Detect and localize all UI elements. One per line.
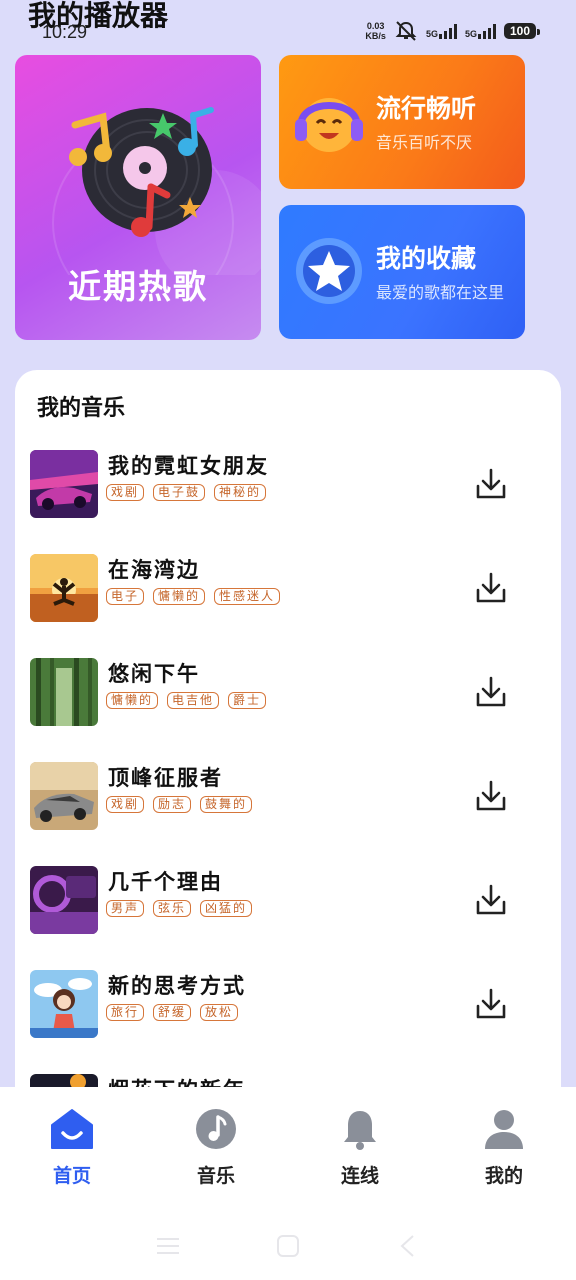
music-note-icon	[196, 1109, 236, 1149]
hot-songs-card[interactable]: 近期热歌	[15, 55, 261, 340]
song-item[interactable]: 我的霓虹女朋友 戏剧 电子鼓 神秘的	[15, 450, 561, 520]
favorites-subtitle: 最爱的歌都在这里	[376, 283, 505, 302]
song-tags: 戏剧 励志 鼓舞的	[106, 796, 253, 813]
song-tag: 性感迷人	[214, 588, 281, 605]
nav-home-label: 首页	[52, 1165, 91, 1187]
song-tag: 旅行	[106, 1004, 145, 1021]
song-title: 几千个理由	[108, 869, 223, 894]
user-icon	[485, 1110, 523, 1149]
vinyl-record-icon	[52, 107, 261, 275]
nav-home[interactable]: 首页	[22, 1107, 122, 1188]
song-item[interactable]: 在海湾边 电子 慵懒的 性感迷人	[15, 554, 561, 624]
song-item[interactable]: 顶峰征服者 戏剧 励志 鼓舞的	[15, 762, 561, 832]
song-tag: 电子鼓	[153, 484, 206, 501]
song-cover	[30, 450, 98, 518]
nav-connect-label: 连线	[340, 1165, 379, 1187]
song-item[interactable]: 几千个理由 男声 弦乐 凶猛的	[15, 866, 561, 936]
song-tag: 弦乐	[153, 900, 192, 917]
song-tag: 凶猛的	[200, 900, 253, 917]
song-tag: 神秘的	[214, 484, 267, 501]
song-tag: 慵懒的	[106, 692, 159, 709]
song-tag: 鼓舞的	[200, 796, 253, 813]
song-cover	[30, 554, 98, 622]
nav-connect[interactable]: 连线	[310, 1107, 410, 1188]
bottom-nav: 首页 音乐 连线 我的	[0, 1087, 576, 1280]
popular-title: 流行畅听	[376, 94, 477, 123]
nav-profile-label: 我的	[484, 1165, 523, 1187]
status-time: 10:29	[42, 22, 88, 42]
system-navigation-bar	[0, 1235, 576, 1265]
download-icon[interactable]	[473, 466, 509, 502]
song-title: 顶峰征服者	[108, 765, 223, 790]
song-title: 我的霓虹女朋友	[108, 453, 269, 478]
my-music-title: 我的音乐	[37, 395, 126, 421]
song-tags: 戏剧 电子鼓 神秘的	[106, 484, 267, 501]
download-icon[interactable]	[473, 778, 509, 814]
song-tags: 慵懒的 电吉他 爵士	[106, 692, 267, 709]
song-tag: 慵懒的	[153, 588, 206, 605]
song-tag: 舒缓	[153, 1004, 192, 1021]
nav-music[interactable]: 音乐	[166, 1107, 266, 1188]
song-tags: 男声 弦乐 凶猛的	[106, 900, 253, 917]
song-tag: 男声	[106, 900, 145, 917]
hot-songs-title: 近期热歌	[68, 267, 208, 306]
nav-music-label: 音乐	[196, 1165, 235, 1187]
nav-profile[interactable]: 我的	[454, 1107, 554, 1188]
signal-sim2-icon: 5G	[465, 23, 496, 39]
popular-subtitle: 音乐百听不厌	[376, 133, 473, 152]
bell-icon	[344, 1111, 376, 1150]
download-icon[interactable]	[473, 882, 509, 918]
star-badge-icon	[296, 238, 362, 304]
net-speed: 0.03 KB/s	[365, 21, 386, 41]
song-tags: 电子 慵懒的 性感迷人	[106, 588, 281, 605]
song-title: 悠闲下午	[108, 661, 200, 686]
home-icon	[51, 1109, 93, 1149]
song-title: 新的思考方式	[108, 973, 246, 998]
song-tag: 励志	[153, 796, 192, 813]
song-cover	[30, 970, 98, 1038]
favorites-card[interactable]: 我的收藏 最爱的歌都在这里	[279, 205, 525, 339]
song-cover	[30, 866, 98, 934]
battery-icon: 100	[503, 23, 541, 39]
download-icon[interactable]	[473, 570, 509, 606]
song-tag: 电吉他	[167, 692, 220, 709]
song-tag: 爵士	[228, 692, 267, 709]
song-tag: 戏剧	[106, 796, 145, 813]
download-icon[interactable]	[473, 986, 509, 1022]
status-bar-right: 0.03 KB/s 5G 5G 100	[365, 20, 541, 42]
download-icon[interactable]	[473, 674, 509, 710]
favorites-title: 我的收藏	[376, 244, 477, 273]
headphones-smiley-icon	[295, 98, 363, 152]
back-icon[interactable]	[398, 1234, 418, 1258]
song-cover	[30, 658, 98, 726]
song-item[interactable]: 新的思考方式 旅行 舒缓 放松	[15, 970, 561, 1040]
song-tag: 电子	[106, 588, 145, 605]
home-square-icon[interactable]	[276, 1234, 300, 1258]
song-cover	[30, 762, 98, 830]
song-item[interactable]: 悠闲下午 慵懒的 电吉他 爵士	[15, 658, 561, 728]
my-music-panel: 我的音乐 我的霓虹女朋友 戏剧 电子鼓 神秘的 在海湾边 电子 慵懒的 性感迷人…	[15, 370, 561, 1142]
popular-card[interactable]: 流行畅听 音乐百听不厌	[279, 55, 525, 189]
song-tags: 旅行 舒缓 放松	[106, 1004, 239, 1021]
mute-vibrate-icon	[395, 21, 417, 41]
song-tag: 放松	[200, 1004, 239, 1021]
signal-sim1-icon: 5G	[426, 23, 457, 39]
menu-icon[interactable]	[155, 1235, 181, 1257]
song-tag: 戏剧	[106, 484, 145, 501]
song-title: 在海湾边	[108, 557, 200, 582]
